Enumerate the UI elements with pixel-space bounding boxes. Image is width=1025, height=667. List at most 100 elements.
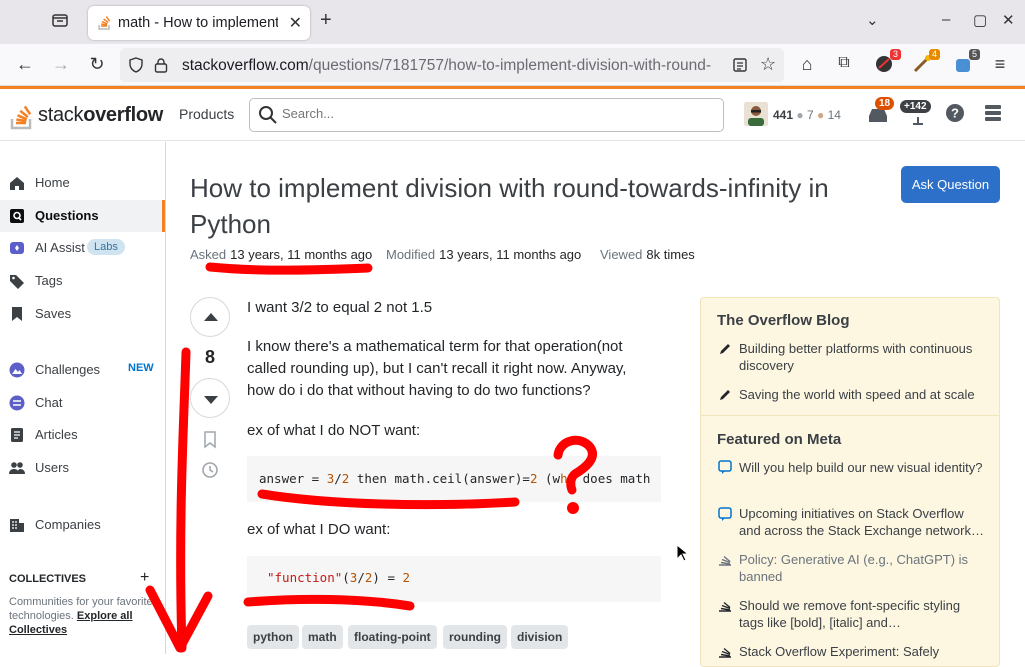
reputation[interactable]: 441 ● 7 ● 14: [773, 108, 841, 122]
app-menu-icon[interactable]: ≡: [988, 54, 1012, 75]
save-bookmark-button[interactable]: [190, 431, 230, 454]
search-input[interactable]: [282, 106, 702, 121]
lock-icon[interactable]: [154, 57, 168, 73]
add-collective-icon[interactable]: +: [140, 569, 149, 587]
sidebar-item-home[interactable]: Home: [0, 167, 165, 199]
url-path: /questions/7181757/how-to-implement-divi…: [308, 57, 711, 74]
url-bar[interactable]: stackoverflow.com/questions/7181757/how-…: [120, 48, 784, 82]
tab-close-icon[interactable]: ✕: [289, 13, 302, 33]
maximize-icon[interactable]: ▢: [973, 11, 987, 29]
meta-item[interactable]: Should we remove font-specific styling t…: [739, 597, 984, 631]
logo-text: stackoverflow: [38, 104, 163, 127]
achievements-icon[interactable]: +142: [900, 100, 931, 127]
stack-exchange-icon: [719, 601, 731, 612]
meta-item[interactable]: Will you help build our new visual ident…: [739, 459, 984, 476]
asked-label: Asked: [190, 247, 227, 262]
site-header: stackoverflow Products 441 ● 7 ● 14 18 +…: [0, 89, 1025, 141]
reload-icon[interactable]: ↻: [85, 54, 109, 75]
meta-item[interactable]: Stack Overflow Experiment: Safely: [739, 643, 984, 660]
inbox-icon[interactable]: 18: [866, 97, 895, 127]
sidebar-item-saves[interactable]: Saves: [0, 298, 165, 330]
sidebar-item-questions[interactable]: Questions: [0, 200, 165, 232]
forward-icon[interactable]: →: [49, 54, 73, 75]
browser-tab-bar: math - How to implement division wi ✕ + …: [0, 0, 1025, 44]
silver-badge-count: 7: [806, 108, 814, 122]
ask-question-button[interactable]: Ask Question: [901, 166, 1000, 203]
annotation-question-dot: [567, 502, 579, 514]
tag-floating-point[interactable]: floating-point: [348, 625, 437, 649]
history-icon: [202, 462, 218, 478]
new-badge: NEW: [128, 362, 154, 374]
sidebar-label: Home: [35, 175, 70, 190]
sidebar-label: Articles: [35, 427, 78, 442]
inbox-badge: 18: [875, 97, 895, 110]
timeline-button[interactable]: [190, 460, 230, 485]
extensions-icon[interactable]: ⧉: [832, 54, 856, 72]
speech-bubble-icon: [718, 460, 732, 474]
blog-item[interactable]: Saving the world with speed and at scale: [739, 386, 984, 403]
tag-python[interactable]: python: [247, 625, 299, 649]
sidebar-item-users[interactable]: Users: [0, 452, 165, 484]
question-title[interactable]: How to implement division with round-tow…: [190, 170, 890, 242]
meta-item[interactable]: Policy: Generative AI (e.g., ChatGPT) is…: [739, 551, 984, 585]
post-paragraph: ex of what I do NOT want:: [247, 422, 421, 439]
reputation-count: 441: [773, 108, 794, 122]
site-switcher-icon[interactable]: [983, 103, 1007, 127]
sidebar-item-companies[interactable]: Companies: [0, 509, 165, 541]
viewed-value: 8k times: [646, 247, 695, 262]
home-icon[interactable]: ⌂: [795, 54, 819, 75]
sidebar-label: Companies: [35, 517, 101, 532]
blog-item[interactable]: Building better platforms with continuou…: [739, 340, 984, 374]
extension-wand-icon[interactable]: 4: [912, 49, 940, 75]
shield-icon[interactable]: [128, 57, 144, 73]
help-icon[interactable]: ?: [945, 103, 969, 127]
tab-list-icon[interactable]: [48, 11, 72, 33]
back-icon[interactable]: ←: [13, 54, 37, 75]
extension-bear-icon[interactable]: 5: [952, 49, 980, 75]
asked-value: 13 years, 11 months ago: [230, 247, 373, 262]
site-logo[interactable]: stackoverflow: [10, 98, 163, 132]
meta-item[interactable]: Upcoming initiatives on Stack Overflow a…: [739, 505, 984, 539]
reader-view-icon[interactable]: [732, 57, 748, 73]
extension-ghost-icon[interactable]: 3: [873, 49, 901, 75]
asked-meta: Asked 13 years, 11 months ago: [190, 247, 372, 262]
tag-math[interactable]: math: [302, 625, 343, 649]
logo-bold: overflow: [83, 104, 164, 126]
sidebar-item-articles[interactable]: Articles: [0, 419, 165, 451]
upvote-button[interactable]: [190, 297, 230, 337]
tag-icon: [10, 275, 24, 289]
downvote-button[interactable]: [190, 378, 230, 418]
minimize-icon[interactable]: –: [942, 11, 950, 28]
mouse-cursor-icon: [676, 544, 688, 562]
sidebar-label: Challenges: [35, 362, 101, 377]
sidebar-item-ai-assist[interactable]: AI Assist: [0, 232, 165, 264]
browser-nav-bar: ← → ↻ stackoverflow.com/questions/718175…: [0, 44, 1025, 86]
collectives-description: Communities for your favorite technologi…: [9, 595, 159, 637]
avatar[interactable]: [744, 102, 768, 126]
tab-title: math - How to implement division wi: [118, 15, 278, 31]
search-box[interactable]: [249, 98, 724, 132]
bookmark-icon: [12, 307, 22, 321]
bronze-badge-count: 14: [827, 108, 841, 122]
challenges-icon: [9, 362, 25, 378]
new-tab-icon[interactable]: +: [320, 9, 332, 32]
modified-label: Modified: [386, 247, 436, 262]
modified-value[interactable]: 13 years, 11 months ago: [439, 247, 581, 262]
tab-overflow-chevron-icon[interactable]: ⌄: [866, 11, 879, 29]
browser-tab-active[interactable]: math - How to implement division wi ✕: [88, 6, 310, 40]
sidebar-item-tags[interactable]: Tags: [0, 265, 165, 297]
close-window-icon[interactable]: ✕: [1002, 11, 1015, 29]
stack-exchange-icon: [719, 555, 731, 566]
tag-division[interactable]: division: [511, 625, 569, 649]
sidebar-item-chat[interactable]: Chat: [0, 387, 165, 419]
sidebar-label: Users: [35, 460, 69, 475]
vote-count: 8: [204, 347, 215, 367]
annotation-arrow-shaft: [176, 347, 191, 653]
ext-badge-1: 3: [889, 49, 901, 60]
products-link[interactable]: Products: [179, 106, 234, 122]
speech-bubble-icon: [718, 507, 732, 521]
viewed-label: Viewed: [600, 247, 643, 262]
tag-rounding[interactable]: rounding: [443, 625, 507, 649]
articles-icon: [11, 428, 23, 442]
bookmark-star-icon[interactable]: ☆: [760, 54, 776, 75]
